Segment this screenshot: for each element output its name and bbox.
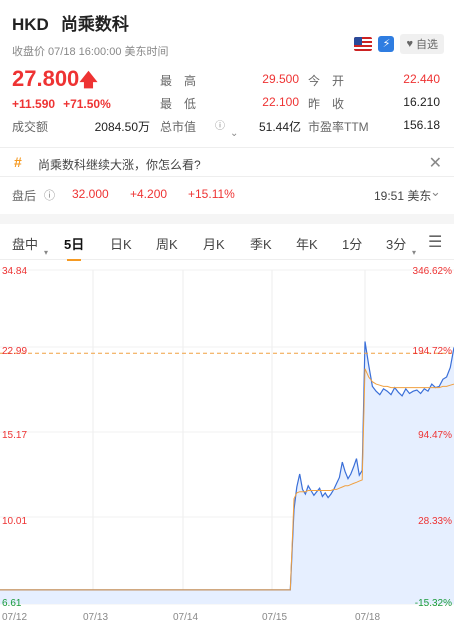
price-area — [0, 341, 454, 604]
settings-sliders-icon[interactable]: ☰ — [428, 232, 442, 252]
section-divider — [0, 214, 454, 224]
stat-label-low: 最 低 — [160, 97, 197, 111]
y-label-right: 194.72% — [413, 346, 453, 357]
currency-label: HKD — [12, 15, 49, 34]
tab-5day[interactable]: 5日 — [64, 234, 84, 261]
change-pct: +71.50% — [63, 97, 111, 111]
chart-svg[interactable]: 34.84 22.99 15.17 10.01 6.61 346.62% 194.72% 94… — [0, 262, 454, 626]
after-hours-time: 19:51 美东 — [374, 189, 432, 203]
lightning-icon[interactable]: ⚡ — [378, 36, 395, 52]
tab-1min[interactable]: 1分 — [342, 234, 362, 253]
y-label-left: 6.61 — [2, 598, 22, 609]
stat-value-market-cap: 51.44亿 — [259, 120, 302, 134]
stock-name: 尚乘数科 — [60, 15, 129, 34]
stat-value-pe: 156.18 — [403, 118, 440, 132]
after-hours-price: 32.000 — [72, 187, 109, 201]
tab-3min[interactable]: 3分 — [386, 234, 406, 253]
caret-down-icon[interactable]: ▾ — [412, 248, 416, 257]
stat-value-turnover: 2084.50万 — [94, 120, 150, 134]
after-hours-row[interactable]: 盘后 ⓘ 32.000 +4.200 +15.11% 19:51 美东 ⌄ — [12, 184, 444, 207]
stat-label-pe: 市盈率TTM — [308, 120, 369, 134]
y-label-right: 28.33% — [418, 516, 452, 527]
x-label: 07/14 — [173, 612, 198, 623]
info-circle-icon[interactable]: ⓘ — [44, 187, 55, 203]
caret-down-icon[interactable]: ▾ — [44, 248, 48, 257]
stock-title: HKD 尚乘数科 — [12, 10, 444, 35]
y-label-left: 15.17 — [2, 430, 27, 441]
stat-label-high: 最 高 — [160, 74, 197, 88]
x-label: 07/18 — [355, 612, 380, 623]
y-label-left: 10.01 — [2, 516, 27, 527]
after-hours-change-pct: +15.11% — [188, 187, 235, 201]
price-chart[interactable]: 34.84 22.99 15.17 10.01 6.61 346.62% 194.72% 94… — [0, 262, 454, 626]
news-text[interactable]: 尚乘数科继续大涨，你怎么看? — [38, 156, 201, 173]
y-label-right: -15.32% — [415, 598, 452, 609]
quote-panel: 27.800🡅 +11.590 +71.50% 最 高 29.500 今 开 22… — [12, 64, 444, 139]
watchlist-button[interactable]: ♥ 自选 — [400, 34, 444, 54]
stat-value-high: 29.500 — [262, 72, 299, 86]
news-banner[interactable]: # 尚乘数科继续大涨，你怎么看? ✕ — [0, 147, 454, 177]
tab-daily[interactable]: 日K — [110, 234, 132, 253]
y-label-right: 94.47% — [418, 430, 452, 441]
after-hours-change: +4.200 — [130, 187, 168, 201]
tab-intraday[interactable]: 盘中 — [12, 234, 38, 253]
price-value: 27.800 — [12, 66, 80, 91]
y-label-right: 346.62% — [413, 266, 453, 277]
tab-monthly[interactable]: 月K — [203, 234, 225, 253]
us-flag-icon — [354, 37, 373, 51]
close-icon[interactable]: ✕ — [429, 153, 442, 173]
chevron-down-icon[interactable]: ⌄ — [430, 184, 441, 200]
stat-label-open: 今 开 — [308, 74, 345, 88]
info-circle-icon[interactable]: ⓘ — [215, 117, 225, 132]
header-icons: ⚡ ♥ 自选 — [354, 34, 444, 54]
stat-value-low: 22.100 — [262, 95, 299, 109]
x-label: 07/12 — [2, 612, 27, 623]
x-label: 07/15 — [262, 612, 287, 623]
price-change: +11.590 +71.50% — [12, 97, 119, 111]
watchlist-label: 自选 — [416, 39, 438, 51]
chevron-down-icon[interactable]: ⌄ — [230, 128, 238, 139]
stat-label-market-cap[interactable]: 总市值 — [160, 118, 196, 135]
stock-header: HKD 尚乘数科 收盘价 07/18 16:00:00 美东时间 ⚡ ♥ 自选 — [12, 10, 444, 58]
chart-tabs: 盘中 ▾ 5日 日K 周K 月K 季K 年K 1分 3分 ▾ ☰ — [0, 226, 454, 261]
change-value: +11.590 — [12, 97, 56, 111]
tab-quarterly[interactable]: 季K — [250, 234, 272, 253]
stat-label-prev-close: 昨 收 — [308, 97, 345, 111]
tab-yearly[interactable]: 年K — [296, 234, 318, 253]
heart-icon: ♥ — [406, 38, 413, 50]
y-label-left: 34.84 — [2, 266, 27, 277]
stat-value-prev-close: 16.210 — [403, 95, 440, 109]
x-label: 07/13 — [83, 612, 108, 623]
tab-weekly[interactable]: 周K — [156, 234, 178, 253]
arrow-up-icon: 🡅 — [79, 70, 98, 90]
after-hours-label: 盘后 — [12, 189, 37, 203]
hashtag-icon: # — [14, 154, 22, 170]
stat-label-turnover: 成交额 — [12, 120, 49, 134]
y-label-left: 22.99 — [2, 346, 27, 357]
stat-value-open: 22.440 — [403, 72, 440, 86]
current-price: 27.800🡅 — [12, 66, 98, 98]
